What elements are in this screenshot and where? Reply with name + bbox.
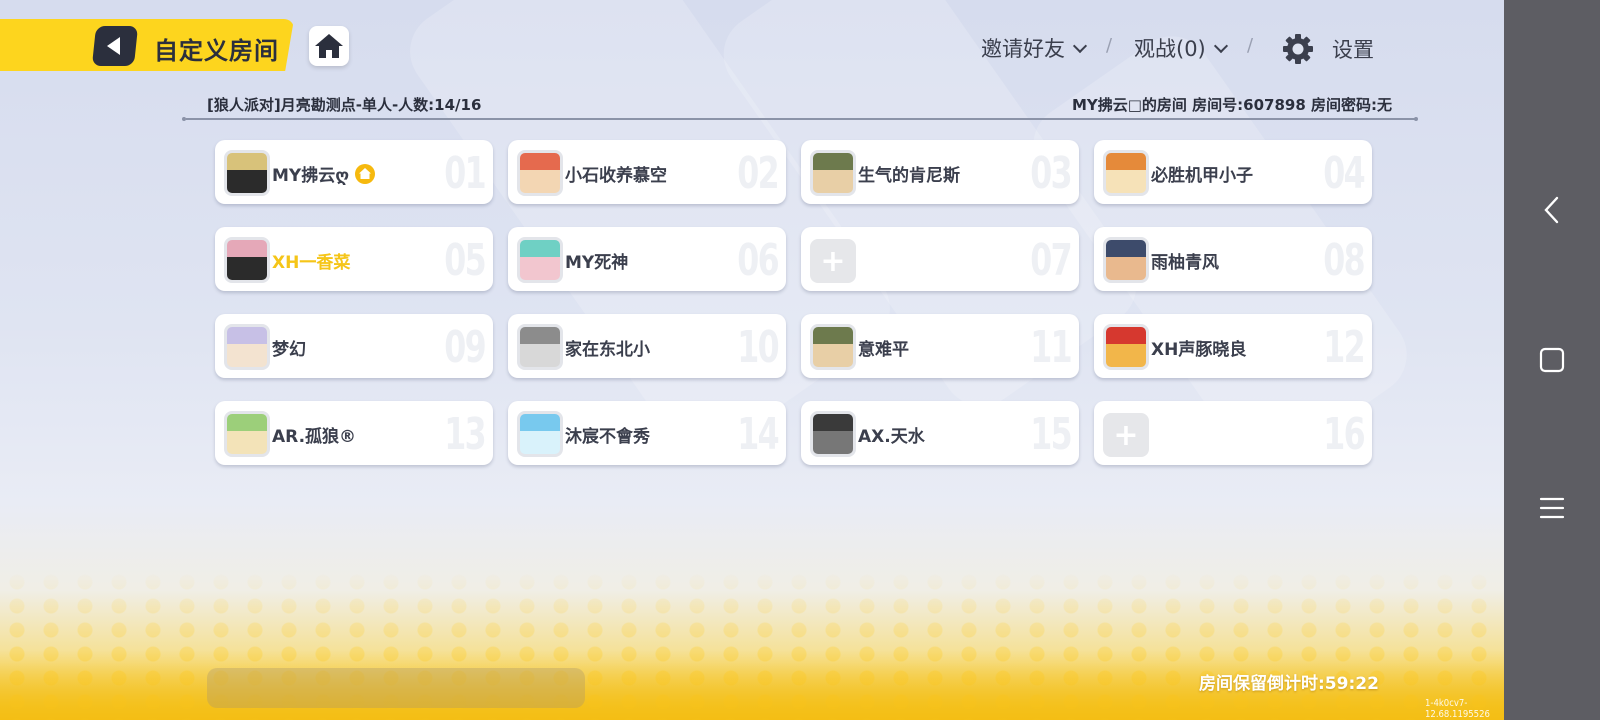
spectate-button[interactable]: 观战(0) <box>1134 33 1230 63</box>
avatar <box>224 150 270 196</box>
chevron-down-icon <box>1072 38 1088 53</box>
invite-friends-button[interactable]: 邀请好友 <box>981 33 1089 63</box>
player-slot-16[interactable]: 16 + <box>1094 401 1372 465</box>
settings-label: 设置 <box>1332 38 1374 62</box>
avatar <box>224 237 270 283</box>
avatar <box>517 324 563 370</box>
player-name: XH声豚晓良 <box>1151 340 1247 360</box>
player-slot-01[interactable]: 01 MY拂云ღ <box>215 140 493 204</box>
player-slot-08[interactable]: 08 雨柚青风 <box>1094 227 1372 291</box>
player-name: 梦幻 <box>272 340 306 360</box>
avatar <box>1103 150 1149 196</box>
slot-number: 16 <box>1323 409 1365 460</box>
chat-input-bar[interactable] <box>207 668 585 708</box>
slot-number: 13 <box>444 409 486 460</box>
player-slot-09[interactable]: 09 梦幻 <box>215 314 493 378</box>
back-button[interactable] <box>91 26 139 66</box>
player-name: 意难平 <box>858 340 909 360</box>
room-owner-icon <box>355 164 376 184</box>
home-icon <box>315 34 343 58</box>
avatar <box>1103 324 1149 370</box>
slot-number: 05 <box>444 235 486 286</box>
page-title: 自定义房间 <box>154 37 279 65</box>
player-name: 沐宸不會秀 <box>565 427 650 447</box>
nav-separator: / <box>1247 35 1254 56</box>
slot-number: 08 <box>1323 235 1365 286</box>
player-slot-14[interactable]: 14 沐宸不會秀 <box>508 401 786 465</box>
system-home-button[interactable] <box>1504 330 1600 390</box>
home-button[interactable] <box>309 26 349 66</box>
gear-icon <box>1283 34 1313 64</box>
spectate-label: 观战(0) <box>1134 37 1206 61</box>
player-slot-04[interactable]: 04 必胜机甲小子 <box>1094 140 1372 204</box>
avatar <box>224 324 270 370</box>
player-slot-12[interactable]: 12 XH声豚晓良 <box>1094 314 1372 378</box>
player-slot-13[interactable]: 13 AR.孤狼® <box>215 401 493 465</box>
divider-dot <box>1414 117 1418 121</box>
system-back-button[interactable] <box>1504 180 1600 240</box>
player-slot-11[interactable]: 11 意难平 <box>801 314 1079 378</box>
player-name: MY拂云ღ <box>272 161 376 186</box>
invite-label: 邀请好友 <box>981 37 1065 61</box>
avatar <box>810 324 856 370</box>
player-slot-07[interactable]: 07 + <box>801 227 1079 291</box>
avatar <box>1103 237 1149 283</box>
slot-number: 12 <box>1323 322 1365 373</box>
system-nav-bar <box>1504 0 1600 720</box>
avatar <box>810 150 856 196</box>
avatar <box>224 411 270 457</box>
divider <box>186 118 1416 120</box>
player-name: AR.孤狼® <box>272 427 357 447</box>
avatar <box>517 150 563 196</box>
slot-number: 04 <box>1323 148 1365 199</box>
avatar <box>517 237 563 283</box>
room-countdown: 房间保留倒计时:59:22 <box>1199 674 1379 694</box>
slot-number: 03 <box>1030 148 1072 199</box>
add-player-icon: + <box>810 239 856 283</box>
player-name: 雨柚青风 <box>1151 253 1219 273</box>
room-owner-info: MY拂云□的房间 房间号:607898 房间密码:无 <box>1071 96 1392 114</box>
player-slot-10[interactable]: 10 家在东北小 <box>508 314 786 378</box>
player-name: XH一香菜 <box>272 253 351 273</box>
player-name: 生气的肯尼斯 <box>858 166 960 186</box>
player-name: MY死神 <box>565 253 629 273</box>
slot-number: 01 <box>444 148 486 199</box>
back-arrow-icon <box>107 37 120 55</box>
avatar <box>517 411 563 457</box>
player-name: 必胜机甲小子 <box>1151 166 1253 186</box>
slot-number: 10 <box>737 322 779 373</box>
player-name: 家在东北小 <box>565 340 650 360</box>
chevron-down-icon <box>1213 38 1228 53</box>
nav-separator: / <box>1106 35 1113 56</box>
square-icon <box>1539 347 1565 373</box>
slot-number: 06 <box>737 235 779 286</box>
room-mode-info: [狼人派对]月亮勘测点-单人-人数:14/16 <box>207 96 482 114</box>
player-slot-03[interactable]: 03 生气的肯尼斯 <box>801 140 1079 204</box>
slot-number: 09 <box>444 322 486 373</box>
slot-number: 07 <box>1030 235 1072 286</box>
slot-number: 11 <box>1030 322 1072 373</box>
player-slot-06[interactable]: 06 MY死神 <box>508 227 786 291</box>
slot-number: 14 <box>737 409 779 460</box>
player-slot-15[interactable]: 15 AX.天水 <box>801 401 1079 465</box>
slot-number: 02 <box>737 148 779 199</box>
player-slot-05[interactable]: 05 XH一香菜 <box>215 227 493 291</box>
add-player-icon: + <box>1103 413 1149 457</box>
player-name: 小石收养慕空 <box>565 166 667 186</box>
game-screen: 自定义房间 邀请好友 / 观战(0) / 设置 [狼人派对]月亮勘测点-单人-人… <box>0 0 1504 720</box>
player-name: AX.天水 <box>858 427 925 447</box>
system-menu-button[interactable] <box>1504 478 1600 538</box>
chevron-left-icon <box>1544 196 1559 224</box>
settings-button[interactable]: 设置 <box>1282 33 1374 65</box>
version-string: 1-4k0cv7-12.68.1195526 <box>1425 698 1490 720</box>
menu-icon <box>1539 497 1565 519</box>
avatar <box>810 411 856 457</box>
slot-number: 15 <box>1030 409 1072 460</box>
player-slot-02[interactable]: 02 小石收养慕空 <box>508 140 786 204</box>
